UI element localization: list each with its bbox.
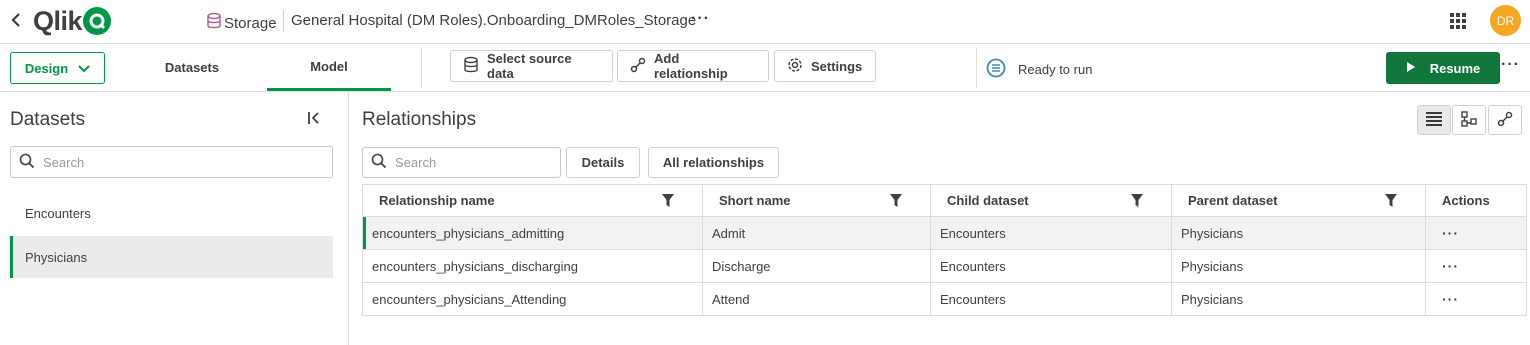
tab-datasets[interactable]: Datasets: [142, 44, 242, 91]
table-row[interactable]: encounters_physicians_Attending Attend E…: [362, 282, 1527, 316]
cell-relationship-name: encounters_physicians_discharging: [362, 249, 703, 283]
cell-child-dataset: Encounters: [930, 282, 1172, 316]
column-header-label: Child dataset: [947, 193, 1029, 208]
relationships-table: Relationship name Short name Child datas…: [362, 184, 1527, 316]
settings-label: Settings: [811, 58, 863, 74]
column-header-short-name[interactable]: Short name: [702, 184, 931, 217]
datasets-panel: Datasets Encounters Physicians: [0, 92, 349, 345]
column-header-actions: Actions: [1425, 184, 1527, 217]
cell-parent-dataset: Physicians: [1171, 282, 1426, 316]
design-dropdown[interactable]: Design: [10, 52, 105, 84]
back-chevron-icon[interactable]: [10, 12, 26, 30]
toolbar-divider: [421, 48, 422, 88]
list-view-button[interactable]: [1417, 105, 1451, 135]
select-source-data-button[interactable]: Select source data: [450, 50, 613, 82]
database-icon: [206, 12, 222, 34]
apps-grid-icon[interactable]: [1450, 13, 1466, 29]
select-source-label: Select source data: [487, 51, 572, 81]
row-actions-button[interactable]: ···: [1425, 216, 1527, 250]
add-relationship-label: Add relationship: [654, 51, 728, 81]
logo-q-icon: [83, 7, 112, 35]
cell-short-name: Discharge: [702, 249, 931, 283]
cell-short-name: Admit: [702, 216, 931, 250]
chevron-down-icon: [78, 61, 90, 76]
row-actions-button[interactable]: ···: [1425, 249, 1527, 283]
table-row[interactable]: encounters_physicians_discharging Discha…: [362, 249, 1527, 283]
tab-model[interactable]: Model: [267, 44, 391, 91]
run-status: Ready to run: [986, 58, 1092, 81]
gear-icon: [787, 57, 803, 76]
title-more-button[interactable]: ···: [691, 10, 710, 28]
resume-label: Resume: [1429, 60, 1481, 76]
relationship-view-button[interactable]: [1488, 105, 1522, 135]
search-icon: [371, 153, 387, 172]
design-label: Design: [24, 60, 69, 76]
column-header-label: Relationship name: [379, 193, 495, 208]
qlik-logo[interactable]: Qlik: [33, 5, 112, 36]
all-relationships-button[interactable]: All relationships: [648, 147, 779, 178]
diagram-view-button[interactable]: [1452, 105, 1486, 135]
table-header-row: Relationship name Short name Child datas…: [362, 184, 1527, 217]
table-row[interactable]: encounters_physicians_admitting Admit En…: [362, 216, 1527, 250]
filter-icon[interactable]: [890, 194, 902, 210]
diagram-icon: [1461, 110, 1477, 130]
search-icon: [19, 153, 35, 172]
add-relationship-button[interactable]: Add relationship: [617, 50, 769, 82]
toolbar: Design Datasets Model Select source data…: [0, 44, 1530, 92]
logo-text: Qlik: [33, 5, 83, 36]
column-header-parent-dataset[interactable]: Parent dataset: [1171, 184, 1426, 217]
relationships-search[interactable]: [362, 147, 561, 178]
breadcrumb-divider: [283, 10, 284, 32]
dataset-item-encounters[interactable]: Encounters: [10, 192, 333, 234]
column-header-relationship-name[interactable]: Relationship name: [362, 184, 703, 217]
column-header-label: Parent dataset: [1188, 193, 1278, 208]
row-actions-button[interactable]: ···: [1425, 282, 1527, 316]
datasets-search-input[interactable]: [43, 154, 332, 170]
status-list-icon: [986, 58, 1006, 81]
datasets-panel-title: Datasets: [10, 109, 85, 130]
column-header-label: Short name: [719, 193, 791, 208]
details-button[interactable]: Details: [566, 147, 640, 178]
cell-short-name: Attend: [702, 282, 931, 316]
filter-icon[interactable]: [1131, 194, 1143, 210]
link-icon: [1497, 111, 1513, 130]
column-header-label: Actions: [1442, 193, 1490, 208]
dataset-item-physicians[interactable]: Physicians: [10, 236, 333, 278]
top-bar: Qlik Storage General Hospital (DM Roles)…: [0, 0, 1530, 44]
relationships-title: Relationships: [362, 109, 477, 130]
datasets-search[interactable]: [10, 146, 333, 178]
column-header-child-dataset[interactable]: Child dataset: [930, 184, 1172, 217]
toolbar-more-button[interactable]: ···: [1501, 56, 1520, 74]
status-text: Ready to run: [1018, 62, 1093, 77]
cell-child-dataset: Encounters: [930, 216, 1172, 250]
breadcrumb[interactable]: Storage: [206, 12, 277, 34]
list-icon: [1426, 111, 1442, 129]
breadcrumb-label: Storage: [224, 14, 277, 32]
filter-icon[interactable]: [662, 194, 674, 210]
play-icon: [1406, 61, 1416, 76]
cell-relationship-name: encounters_physicians_admitting: [362, 216, 703, 250]
cell-parent-dataset: Physicians: [1171, 249, 1426, 283]
collapse-panel-icon[interactable]: [307, 111, 321, 129]
link-icon: [630, 57, 646, 76]
cell-relationship-name: encounters_physicians_Attending: [362, 282, 703, 316]
toolbar-divider: [976, 48, 977, 88]
database-icon: [463, 56, 479, 77]
filter-icon[interactable]: [1385, 194, 1397, 210]
resume-button[interactable]: Resume: [1386, 52, 1500, 84]
app-title: General Hospital (DM Roles).Onboarding_D…: [291, 12, 697, 29]
cell-child-dataset: Encounters: [930, 249, 1172, 283]
avatar[interactable]: DR: [1490, 5, 1521, 36]
cell-parent-dataset: Physicians: [1171, 216, 1426, 250]
relationships-search-input[interactable]: [395, 155, 560, 170]
settings-button[interactable]: Settings: [774, 50, 876, 82]
